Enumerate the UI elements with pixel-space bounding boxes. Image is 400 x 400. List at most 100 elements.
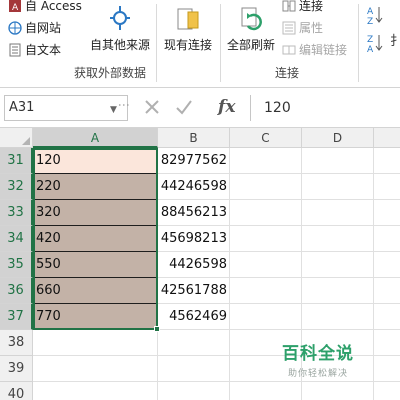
other-sources-label: 自其他来源 (89, 38, 150, 52)
formula-input[interactable]: 120 (264, 95, 291, 121)
cell-d37[interactable] (302, 304, 374, 330)
cell-e38[interactable] (374, 330, 400, 356)
cell-c31[interactable] (230, 148, 302, 174)
other-sources-button[interactable]: 自其他来源 (88, 4, 152, 53)
from-access-label: 自 Access (25, 0, 82, 13)
select-all-corner[interactable] (0, 128, 33, 148)
column-header-a[interactable]: A (33, 128, 158, 148)
name-box-dropdown-icon[interactable]: ▼ (110, 105, 117, 115)
cancel-icon[interactable] (136, 96, 168, 120)
cell-b39[interactable] (158, 356, 230, 382)
cell-d36[interactable] (302, 278, 374, 304)
column-header-d[interactable]: D (302, 128, 374, 148)
row-header[interactable]: 38 (0, 330, 33, 356)
ribbon-divider (358, 4, 359, 82)
cell-d32[interactable] (302, 174, 374, 200)
from-web-button[interactable]: 自网站 (8, 18, 61, 38)
row-header[interactable]: 34 (0, 226, 33, 252)
from-access-button[interactable]: A 自 Access (8, 0, 82, 16)
sort-az-icon[interactable]: AZ (366, 4, 384, 30)
cell-e32[interactable] (374, 174, 400, 200)
cell-b35[interactable]: 4426598 (158, 252, 230, 278)
svg-text:Z: Z (367, 35, 373, 45)
svg-text:A: A (367, 7, 374, 17)
connections-icon (282, 0, 296, 13)
row-header[interactable]: 32 (0, 174, 33, 200)
cell-e33[interactable] (374, 200, 400, 226)
cell-a34[interactable]: 420 (33, 226, 158, 252)
row-header[interactable]: 33 (0, 200, 33, 226)
cell-e35[interactable] (374, 252, 400, 278)
column-header-c[interactable]: C (230, 128, 302, 148)
select-all-icon (22, 137, 30, 145)
fill-handle[interactable] (154, 326, 160, 332)
cell-a35[interactable]: 550 (33, 252, 158, 278)
cell-a40[interactable] (33, 382, 158, 400)
cell-e39[interactable] (374, 356, 400, 382)
cell-b31[interactable]: 82977562 (158, 148, 230, 174)
cell-c32[interactable] (230, 174, 302, 200)
column-header-e[interactable] (374, 128, 400, 148)
cell-e31[interactable] (374, 148, 400, 174)
insert-function-button[interactable]: fx (218, 97, 235, 117)
cell-d31[interactable] (302, 148, 374, 174)
cell-d34[interactable] (302, 226, 374, 252)
cell-b40[interactable] (158, 382, 230, 400)
from-web-label: 自网站 (25, 21, 62, 35)
cell-d35[interactable] (302, 252, 374, 278)
cell-e37[interactable] (374, 304, 400, 330)
cell-b37[interactable]: 4562469 (158, 304, 230, 330)
row-header[interactable]: 35 (0, 252, 33, 278)
cell-b32[interactable]: 44246598 (158, 174, 230, 200)
access-icon: A (8, 0, 22, 13)
cell-b33[interactable]: 88456213 (158, 200, 230, 226)
svg-text:Z: Z (367, 17, 373, 26)
watermark-subtitle: 助你轻松解决 (287, 369, 348, 379)
spreadsheet-grid[interactable]: A B C D 31 120 82977562 32 220 44246598 … (0, 128, 400, 400)
connections-label: 连接 (299, 0, 324, 13)
cell-e40[interactable] (374, 382, 400, 400)
cell-a33[interactable]: 320 (33, 200, 158, 226)
sort-button-partial[interactable]: 扌 (390, 30, 400, 49)
row-header[interactable]: 37 (0, 304, 33, 330)
refresh-all-button[interactable]: 全部刷新 (224, 4, 278, 53)
cell-a38[interactable] (33, 330, 158, 356)
connections-button[interactable]: 连接 (282, 0, 323, 16)
from-text-button[interactable]: 自文本 (8, 40, 61, 60)
cell-b34[interactable]: 45698213 (158, 226, 230, 252)
cell-c33[interactable] (230, 200, 302, 226)
properties-label: 属性 (299, 21, 324, 35)
cell-c40[interactable] (230, 382, 302, 400)
cell-a36[interactable]: 660 (33, 278, 158, 304)
watermark-title: 百科全说 (282, 344, 354, 364)
cell-e36[interactable] (374, 278, 400, 304)
cell-b36[interactable]: 42561788 (158, 278, 230, 304)
row-header[interactable]: 40 (0, 382, 33, 400)
row-header[interactable]: 39 (0, 356, 33, 382)
watermark: 百科全说 助你轻松解决 (282, 339, 354, 379)
sort-za-icon[interactable]: ZA (366, 32, 384, 58)
edit-links-button[interactable]: 编辑链接 (282, 40, 347, 60)
resize-handle-icon[interactable]: ⋮ (117, 99, 131, 110)
cell-d40[interactable] (302, 382, 374, 400)
properties-button[interactable]: 属性 (282, 18, 323, 38)
cell-a39[interactable] (33, 356, 158, 382)
confirm-icon[interactable] (168, 96, 200, 120)
cell-b38[interactable] (158, 330, 230, 356)
text-file-icon (8, 43, 22, 57)
row-header[interactable]: 31 (0, 148, 33, 174)
cell-c35[interactable] (230, 252, 302, 278)
cell-c34[interactable] (230, 226, 302, 252)
cell-a31[interactable]: 120 (33, 148, 158, 174)
row-header[interactable]: 36 (0, 278, 33, 304)
cell-e34[interactable] (374, 226, 400, 252)
cell-a32[interactable]: 220 (33, 174, 158, 200)
cell-c37[interactable] (230, 304, 302, 330)
cell-d33[interactable] (302, 200, 374, 226)
column-header-b[interactable]: B (158, 128, 230, 148)
existing-connections-button[interactable]: 现有连接 (160, 4, 216, 53)
cell-c36[interactable] (230, 278, 302, 304)
svg-text:A: A (12, 3, 19, 13)
formula-divider (250, 95, 251, 121)
cell-a37[interactable]: 770 (33, 304, 158, 330)
